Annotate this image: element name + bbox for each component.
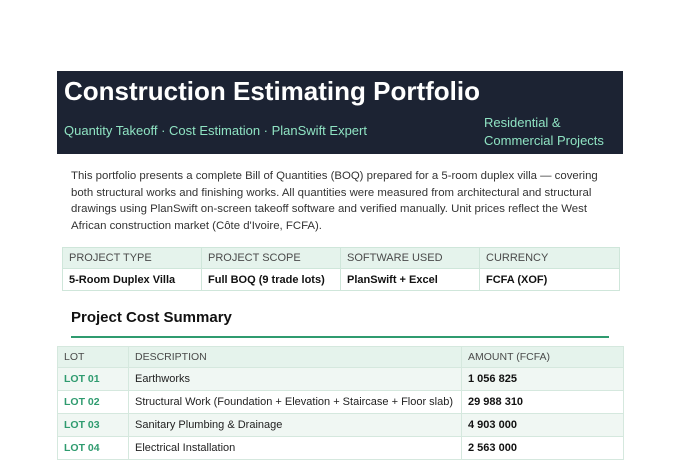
amount-column-header: AMOUNT (FCFA) xyxy=(461,346,624,368)
lot-description: Earthworks xyxy=(128,367,462,391)
table-row: LOT 02 Structural Work (Foundation + Ele… xyxy=(57,390,624,414)
table-row: LOT 01 Earthworks 1 056 825 xyxy=(57,367,624,391)
project-info-table: PROJECT TYPE PROJECT SCOPE SOFTWARE USED… xyxy=(62,247,620,291)
currency-value: FCFA (XOF) xyxy=(479,268,620,291)
header-scope: Residential & Commercial Projects xyxy=(484,114,619,150)
project-info-header: SOFTWARE USED xyxy=(340,247,480,269)
lot-description: Sanitary Plumbing & Drainage xyxy=(128,413,462,437)
header-scope-line-2: Commercial Projects xyxy=(484,133,604,148)
lot-column-header: LOT xyxy=(57,346,129,368)
software-used-value: PlanSwift + Excel xyxy=(340,268,480,291)
cost-summary-header-row: LOT DESCRIPTION AMOUNT (FCFA) xyxy=(57,346,624,368)
project-info-value-row: 5-Room Duplex Villa Full BOQ (9 trade lo… xyxy=(62,268,620,291)
project-scope-value: Full BOQ (9 trade lots) xyxy=(201,268,341,291)
header-banner: Construction Estimating Portfolio Quanti… xyxy=(57,71,623,154)
lot-amount: 29 988 310 xyxy=(461,390,624,414)
header-scope-line-1: Residential & xyxy=(484,115,561,130)
table-row: LOT 04 Electrical Installation 2 563 000 xyxy=(57,436,624,460)
page-title: Construction Estimating Portfolio xyxy=(64,76,480,106)
lot-description: Electrical Installation xyxy=(128,436,462,460)
lot-amount: 2 563 000 xyxy=(461,436,624,460)
project-info-header: CURRENCY xyxy=(479,247,620,269)
cost-summary-table: LOT DESCRIPTION AMOUNT (FCFA) LOT 01 Ear… xyxy=(57,346,624,460)
table-row: LOT 03 Sanitary Plumbing & Drainage 4 90… xyxy=(57,413,624,437)
header-tagline: Quantity Takeoff · Cost Estimation · Pla… xyxy=(64,123,367,138)
lot-code: LOT 01 xyxy=(57,367,129,391)
description-column-header: DESCRIPTION xyxy=(128,346,462,368)
lot-code: LOT 03 xyxy=(57,413,129,437)
lot-code: LOT 02 xyxy=(57,390,129,414)
section-title: Project Cost Summary xyxy=(71,309,232,326)
lot-amount: 1 056 825 xyxy=(461,367,624,391)
section-divider xyxy=(71,336,609,338)
lot-amount: 4 903 000 xyxy=(461,413,624,437)
lot-description: Structural Work (Foundation + Elevation … xyxy=(128,390,462,414)
lot-code: LOT 04 xyxy=(57,436,129,460)
intro-paragraph: This portfolio presents a complete Bill … xyxy=(71,170,598,232)
project-info-header-row: PROJECT TYPE PROJECT SCOPE SOFTWARE USED… xyxy=(62,247,620,269)
project-info-header: PROJECT TYPE xyxy=(62,247,202,269)
project-info-header: PROJECT SCOPE xyxy=(201,247,341,269)
project-type-value: 5-Room Duplex Villa xyxy=(62,268,202,291)
